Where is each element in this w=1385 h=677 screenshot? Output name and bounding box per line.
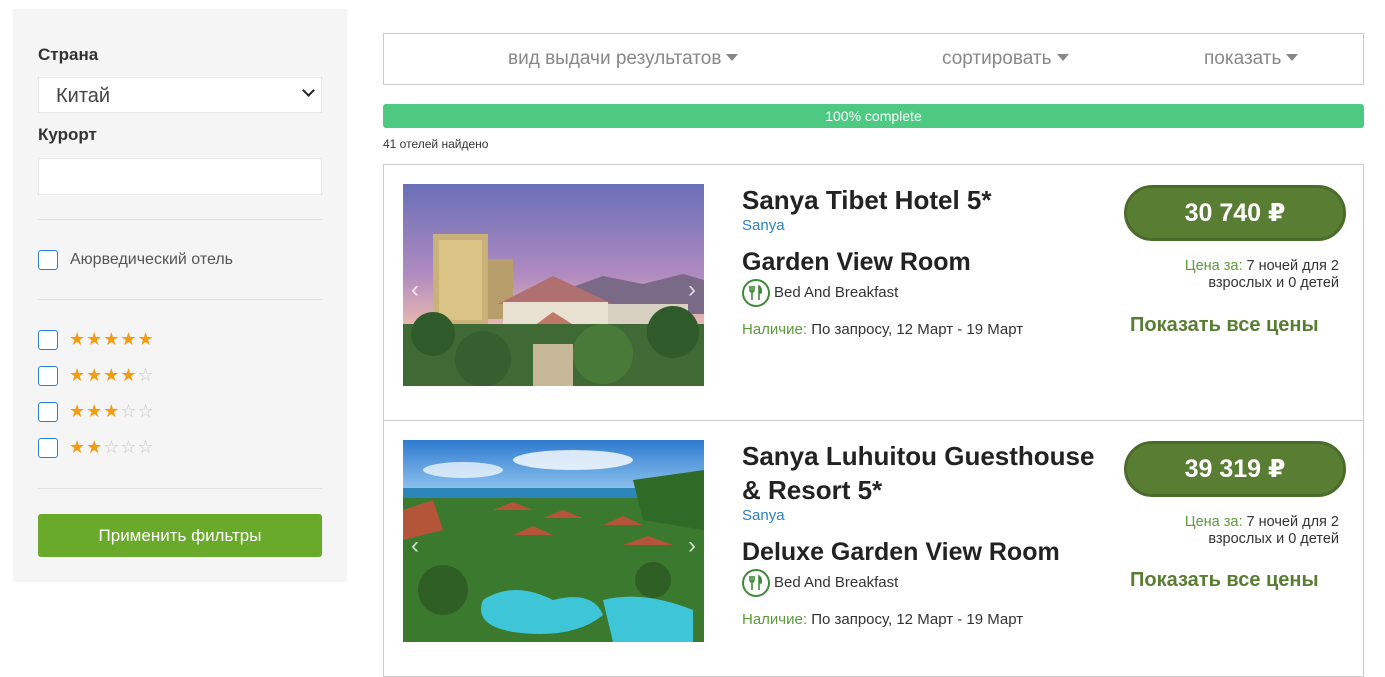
progress-fill: 100% complete	[383, 104, 1364, 128]
availability-value: По запросу, 12 Март - 19 Март	[811, 611, 1024, 628]
price-for-key: Цена за:	[1184, 258, 1243, 274]
stars-3-rating: ★★★☆☆	[69, 401, 155, 421]
hotel-name[interactable]: Sanya Tibet Hotel 5*	[742, 183, 1102, 217]
hotel-city[interactable]: Sanya	[742, 217, 785, 234]
price-button[interactable]: 39 319 ₽	[1124, 441, 1346, 497]
resort-input[interactable]	[38, 158, 322, 195]
country-label: Страна	[38, 45, 99, 64]
hotels-found-count: 41 отелей найдено	[383, 137, 489, 151]
divider	[38, 488, 322, 489]
chevron-down-icon	[302, 84, 315, 97]
room-type: Garden View Room	[742, 248, 971, 276]
stars-4-checkbox[interactable]	[38, 366, 58, 386]
availability-value: По запросу, 12 Март - 19 Март	[811, 321, 1024, 338]
price-for: Цена за: 7 ночей для 2 взрослых и 0 дете…	[1139, 514, 1339, 548]
ayurveda-checkbox[interactable]	[38, 250, 58, 270]
hotel-photo-image	[403, 184, 704, 386]
show-all-prices-link[interactable]: Показать все цены	[1130, 569, 1319, 592]
divider	[38, 219, 322, 220]
availability-key: Наличие:	[742, 321, 808, 338]
stars-2-checkbox[interactable]	[38, 438, 58, 458]
hotel-photo[interactable]: ‹ ›	[403, 440, 704, 642]
hotel-card: ‹ › Sanya Luhuitou Guesthouse & Resort 5…	[384, 420, 1363, 675]
meal-plan-label: Bed And Breakfast	[774, 283, 899, 301]
show-label: показать	[1204, 48, 1282, 69]
price-for: Цена за: 7 ночей для 2 взрослых и 0 дете…	[1139, 258, 1339, 292]
meal-plan-label: Bed And Breakfast	[774, 573, 899, 591]
hotel-card: ‹ › Sanya Tibet Hotel 5* Sanya Garden Vi…	[384, 165, 1363, 420]
hotel-photo-image	[403, 440, 704, 642]
stars-2-rating: ★★☆☆☆	[69, 437, 155, 457]
caret-down-icon	[1286, 53, 1299, 61]
hotel-name[interactable]: Sanya Luhuitou Guesthouse & Resort 5*	[742, 439, 1102, 507]
price-for-key: Цена за:	[1184, 514, 1243, 530]
hotel-city[interactable]: Sanya	[742, 507, 785, 524]
show-all-prices-link[interactable]: Показать все цены	[1130, 314, 1319, 337]
stars-5-checkbox[interactable]	[38, 330, 58, 350]
meal-plan: Bed And Breakfast	[742, 569, 898, 597]
ayurveda-label: Аюрведический отель	[70, 251, 233, 268]
sort-label: сортировать	[942, 48, 1052, 69]
country-select[interactable]: Китай	[38, 77, 322, 113]
apply-filters-button[interactable]: Применить фильтры	[38, 514, 322, 557]
next-photo-icon[interactable]: ›	[688, 532, 696, 560]
hotel-photo[interactable]: ‹ ›	[403, 184, 704, 386]
fork-knife-icon	[742, 569, 770, 597]
results-toolbar: вид выдачи результатов сортировать показ…	[383, 33, 1364, 85]
country-select-value: Китай	[56, 85, 111, 107]
prev-photo-icon[interactable]: ‹	[411, 532, 419, 560]
view-mode-dropdown[interactable]: вид выдачи результатов	[508, 48, 739, 70]
stars-3-checkbox[interactable]	[38, 402, 58, 422]
fork-knife-icon	[742, 279, 770, 307]
price-button[interactable]: 30 740 ₽	[1124, 185, 1346, 241]
room-type: Deluxe Garden View Room	[742, 538, 1060, 566]
progress-bar: 100% complete	[383, 104, 1364, 128]
availability: Наличие: По запросу, 12 Март - 19 Март	[742, 611, 1023, 628]
stars-5-rating: ★★★★★	[69, 329, 155, 349]
caret-down-icon	[726, 53, 739, 61]
filter-sidebar: Страна Китай Курорт Аюрведический отель …	[13, 9, 347, 582]
meal-plan: Bed And Breakfast	[742, 279, 898, 307]
next-photo-icon[interactable]: ›	[688, 276, 696, 304]
prev-photo-icon[interactable]: ‹	[411, 276, 419, 304]
divider	[38, 299, 322, 300]
availability-key: Наличие:	[742, 611, 808, 628]
availability: Наличие: По запросу, 12 Март - 19 Март	[742, 321, 1023, 338]
results-list: ‹ › Sanya Tibet Hotel 5* Sanya Garden Vi…	[383, 164, 1364, 677]
view-mode-label: вид выдачи результатов	[508, 48, 722, 69]
caret-down-icon	[1056, 53, 1069, 61]
stars-4-rating: ★★★★☆	[69, 365, 155, 385]
sort-dropdown[interactable]: сортировать	[942, 48, 1069, 70]
resort-label: Курорт	[38, 125, 97, 144]
show-dropdown[interactable]: показать	[1204, 48, 1299, 70]
